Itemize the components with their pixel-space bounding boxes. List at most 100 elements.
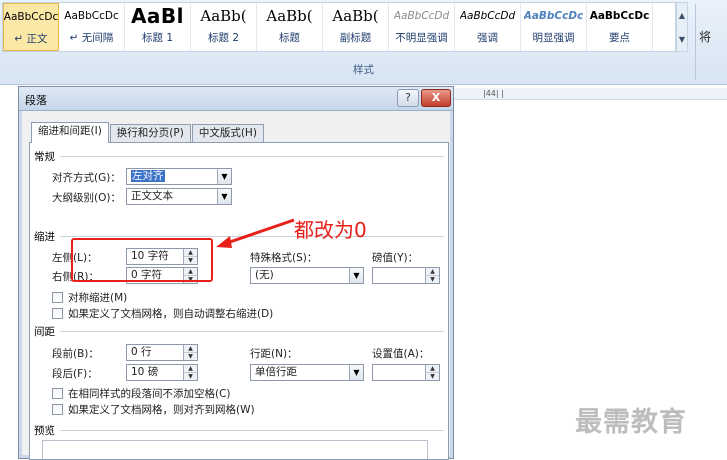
style-name: ↵ 正文 [14,33,48,45]
auto-adjust-indent-checkbox[interactable] [52,308,63,319]
section-title-preview: 预览 [34,425,55,437]
annotation-highlight-box [71,238,213,282]
style-name: 明显强调 [532,32,575,44]
space-after-input[interactable]: 10 磅 ▲ ▼ [126,364,198,381]
annotation-text: 都改为0 [294,218,367,242]
style-tile-subtle-emphasis[interactable]: AaBbCcDd 不明显强调 [389,3,455,51]
line-spacing-select[interactable]: 单倍行距 ▼ [250,364,364,381]
style-tile-intense-emphasis[interactable]: AaBbCcDc 明显强调 [521,3,587,51]
style-tile-heading-1[interactable]: AaBl 标题 1 [125,3,191,51]
style-name: 标题 1 [141,32,174,44]
tab-indents-spacing[interactable]: 缩进和间距(I) [31,122,109,143]
style-preview: AaBb( [200,7,247,25]
style-tile-strong[interactable]: AaBbCcDc 要点 [587,3,653,51]
style-name: 不明显强调 [395,32,448,44]
style-preview: AaBl [130,4,185,28]
dropdown-arrow-icon[interactable]: ▼ [349,268,363,283]
help-button[interactable]: ? [397,89,419,107]
style-preview: AaBb( [266,7,313,25]
outline-level-select[interactable]: 正文文本 ▼ [126,188,232,205]
style-name: 强调 [477,32,498,44]
more-styles-icon[interactable]: ▼ [679,35,685,44]
style-name: 标题 [279,32,300,44]
snap-to-grid-checkbox[interactable] [52,404,63,415]
spin-up-icon[interactable]: ▲ [426,268,439,276]
line-spacing-label: 行距(N)： [250,348,298,360]
dropdown-arrow-icon[interactable]: ▼ [217,169,231,184]
snap-to-grid-label[interactable]: 如果定义了文档网格，则对齐到网格(W) [68,402,255,417]
annotation-arrow-icon [216,218,295,248]
alignment-label: 对齐方式(G)： [52,172,121,184]
spin-up-icon[interactable]: ▲ [184,345,197,353]
spin-down-icon[interactable]: ▼ [184,373,197,380]
tab-asian-typography[interactable]: 中文版式(H) [191,124,264,143]
next-group-label-fragment: 将 [699,30,712,44]
alignment-value: 左对齐 [131,170,165,182]
spin-buttons[interactable]: ▲ ▼ [425,268,439,283]
horizontal-ruler[interactable]: |44| | [447,88,727,100]
mirror-indents-checkbox[interactable] [52,292,63,303]
spin-up-icon[interactable]: ▲ [184,365,197,373]
watermark-text: 最需教育 [575,407,687,438]
ribbon-styles-group: AaBbCcDc ↵ 正文 AaBbCcDc ↵ 无间隔 AaBl 标题 1 A… [0,0,727,85]
style-name: 标题 2 [207,32,240,44]
spin-down-icon[interactable]: ▼ [426,373,439,380]
line-spacing-value: 单倍行距 [255,366,297,378]
section-divider [60,331,444,332]
dialog-tabs: 缩进和间距(I) 换行和分页(P) 中文版式(H) [31,122,265,143]
close-button[interactable]: X [421,89,451,107]
style-tile-subtitle[interactable]: AaBb( 副标题 [323,3,389,51]
space-before-value: 0 行 [131,346,152,358]
no-space-same-style-label[interactable]: 在相同样式的段落间不添加空格(C) [68,386,231,401]
alignment-select[interactable]: 左对齐 ▼ [126,168,232,185]
tab-line-page-breaks[interactable]: 换行和分页(P) [109,124,191,143]
indent-by-input[interactable]: ▲ ▼ [372,267,440,284]
indent-by-label: 磅值(Y)： [372,252,419,264]
spin-buttons[interactable]: ▲ ▼ [425,365,439,380]
section-title-indentation: 缩进 [34,231,55,243]
space-before-input[interactable]: 0 行 ▲ ▼ [126,344,198,361]
style-name: 要点 [609,32,630,44]
styles-group-label: 样式 [353,64,374,76]
outline-level-value: 正文文本 [131,190,173,202]
no-space-same-style-checkbox[interactable] [52,388,63,399]
spin-buttons[interactable]: ▲ ▼ [183,365,197,380]
style-tile-emphasis[interactable]: AaBbCcDd 强调 [455,3,521,51]
style-preview: AaBbCcDc [589,10,650,22]
scroll-up-icon[interactable]: ▲ [679,11,685,20]
dropdown-arrow-icon[interactable]: ▼ [349,365,363,380]
spin-down-icon[interactable]: ▼ [426,276,439,283]
style-preview: AaBbCcDc [3,11,59,23]
dialog-body: 缩进和间距(I) 换行和分页(P) 中文版式(H) 常规 对齐方式(G)： 左对… [25,115,449,460]
dialog-titlebar[interactable]: 段落 ? X [19,87,453,111]
style-preview: AaBbCcDc [64,10,119,22]
dropdown-arrow-icon[interactable]: ▼ [217,189,231,204]
special-indent-select[interactable]: (无) ▼ [250,267,364,284]
tab-panel: 常规 对齐方式(G)： 左对齐 ▼ 大纲级别(O)： 正文文本 ▼ 缩进 左侧(… [29,142,449,460]
style-preview: AaBbCcDd [393,10,450,22]
gallery-scroll-buttons[interactable]: ▲ ▼ [676,2,688,52]
style-tile-title[interactable]: AaBb( 标题 [257,3,323,51]
section-divider [60,430,444,431]
style-preview: AaBb( [332,7,379,25]
style-tile-normal[interactable]: AaBbCcDc ↵ 正文 [3,3,59,51]
style-tile-heading-2[interactable]: AaBb( 标题 2 [191,3,257,51]
mirror-indents-label[interactable]: 对称缩进(M) [68,290,127,305]
auto-adjust-indent-label[interactable]: 如果定义了文档网格，则自动调整右缩进(D) [68,306,273,321]
space-after-value: 10 磅 [131,366,159,378]
dialog-title: 段落 [25,94,47,107]
style-preview: AaBbCcDc [523,10,584,22]
section-title-spacing: 间距 [34,326,55,338]
paragraph-preview-box [42,440,428,459]
style-tile-no-spacing[interactable]: AaBbCcDc ↵ 无间隔 [59,3,125,51]
quick-styles-gallery: AaBbCcDc ↵ 正文 AaBbCcDc ↵ 无间隔 AaBl 标题 1 A… [2,2,676,52]
space-after-label: 段后(F)： [52,368,98,380]
section-title-general: 常规 [34,151,55,163]
spacing-at-input[interactable]: ▲ ▼ [372,364,440,381]
section-divider [60,156,444,157]
spin-down-icon[interactable]: ▼ [184,353,197,360]
spin-up-icon[interactable]: ▲ [426,365,439,373]
space-before-label: 段前(B)： [52,348,99,360]
spacing-at-label: 设置值(A)： [372,348,430,360]
spin-buttons[interactable]: ▲ ▼ [183,345,197,360]
